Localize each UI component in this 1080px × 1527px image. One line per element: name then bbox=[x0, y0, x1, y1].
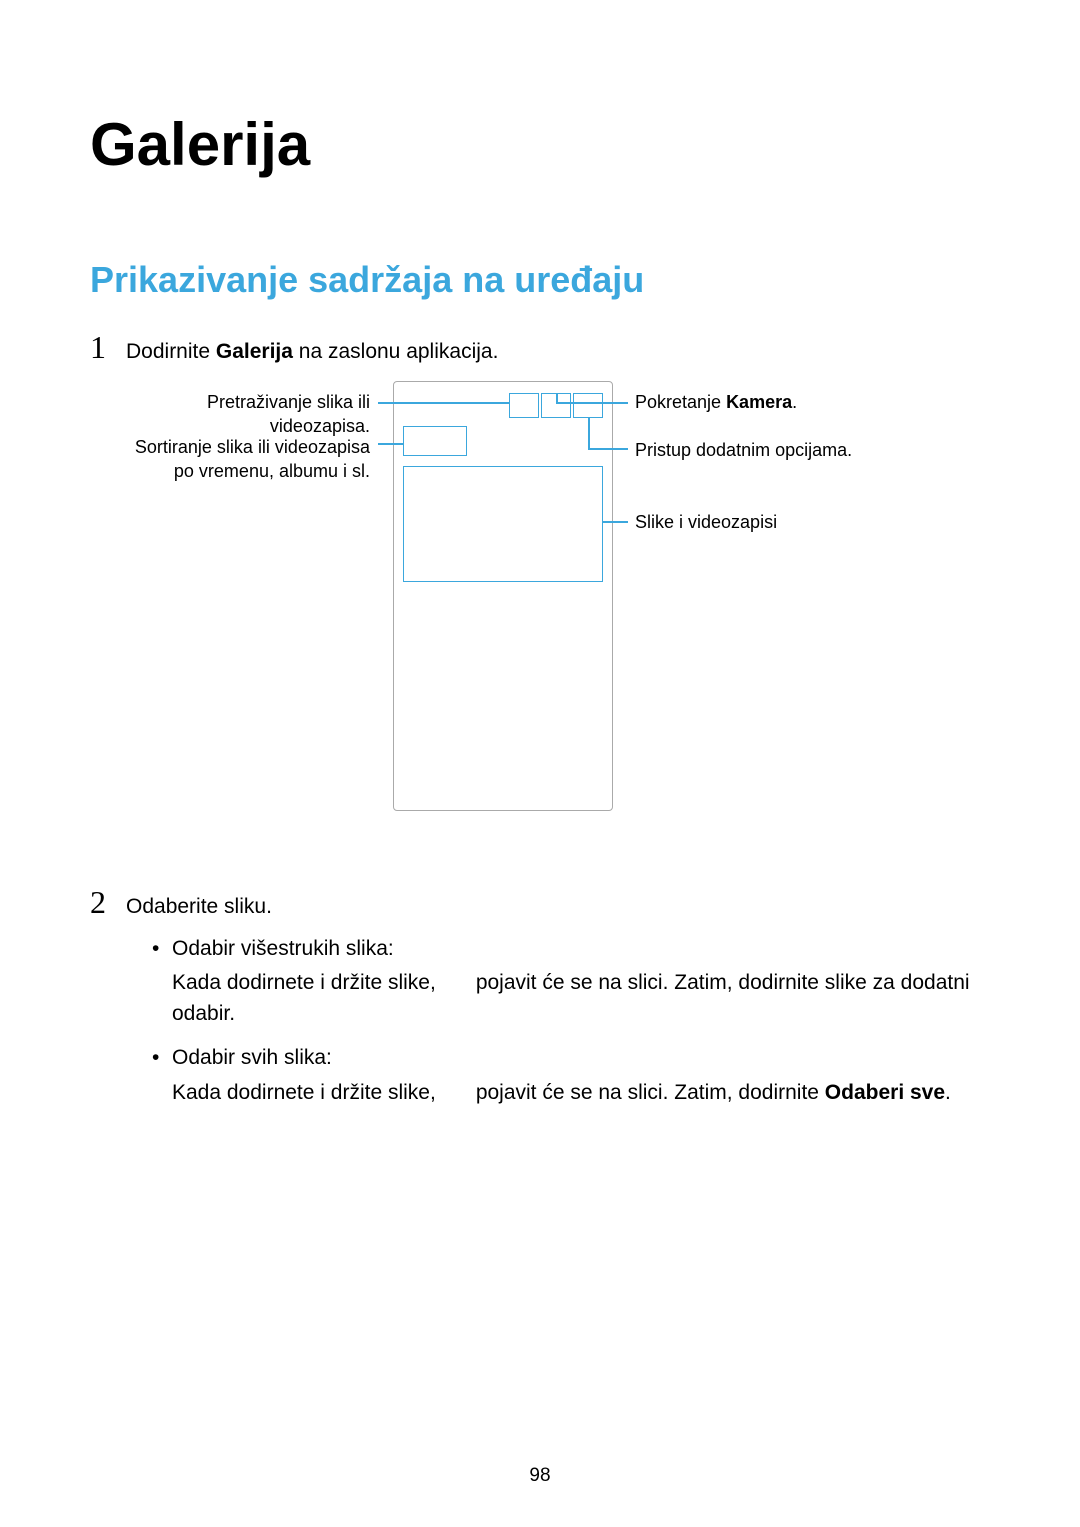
label-sort: Sortiranje slika ili videozapisa po vrem… bbox=[120, 436, 370, 483]
connector-line bbox=[556, 393, 558, 402]
connector-line bbox=[378, 402, 509, 404]
section-heading: Prikazivanje sadržaja na uređaju bbox=[90, 259, 990, 301]
callout-search-box bbox=[509, 393, 539, 418]
bullet-select-all: Odabir svih slika: Kada dodirnete i drži… bbox=[148, 1043, 990, 1108]
connector-line bbox=[603, 521, 628, 523]
step-1: 1 Dodirnite Galerija na zaslonu aplikaci… bbox=[90, 331, 990, 366]
callout-options-box bbox=[573, 393, 603, 418]
connector-line bbox=[588, 448, 628, 450]
label-content: Slike i videozapisi bbox=[635, 511, 915, 534]
connector-line bbox=[556, 402, 628, 404]
page-number: 98 bbox=[0, 1465, 1080, 1487]
page-title: Galerija bbox=[90, 110, 990, 179]
label-camera: Pokretanje Kamera. bbox=[635, 391, 915, 414]
callout-content-box bbox=[403, 466, 603, 582]
bullet-list: Odabir višestrukih slika: Kada dodirnete… bbox=[148, 934, 990, 1108]
annotated-screenshot-diagram: Pretraživanje slika ili videozapisa. Sor… bbox=[120, 381, 960, 861]
connector-line bbox=[588, 418, 590, 448]
bullet-multi-select: Odabir višestrukih slika: Kada dodirnete… bbox=[148, 934, 990, 1029]
connector-line bbox=[378, 443, 403, 445]
step-number: 1 bbox=[90, 331, 112, 363]
step-2: 2 Odaberite sliku. bbox=[90, 886, 990, 921]
step-text: Dodirnite Galerija na zaslonu aplikacija… bbox=[126, 337, 498, 366]
step-text: Odaberite sliku. bbox=[126, 892, 272, 921]
callout-sort-box bbox=[403, 426, 467, 456]
step-number: 2 bbox=[90, 886, 112, 918]
label-options: Pristup dodatnim opcijama. bbox=[635, 439, 915, 462]
label-search: Pretraživanje slika ili videozapisa. bbox=[120, 391, 370, 438]
